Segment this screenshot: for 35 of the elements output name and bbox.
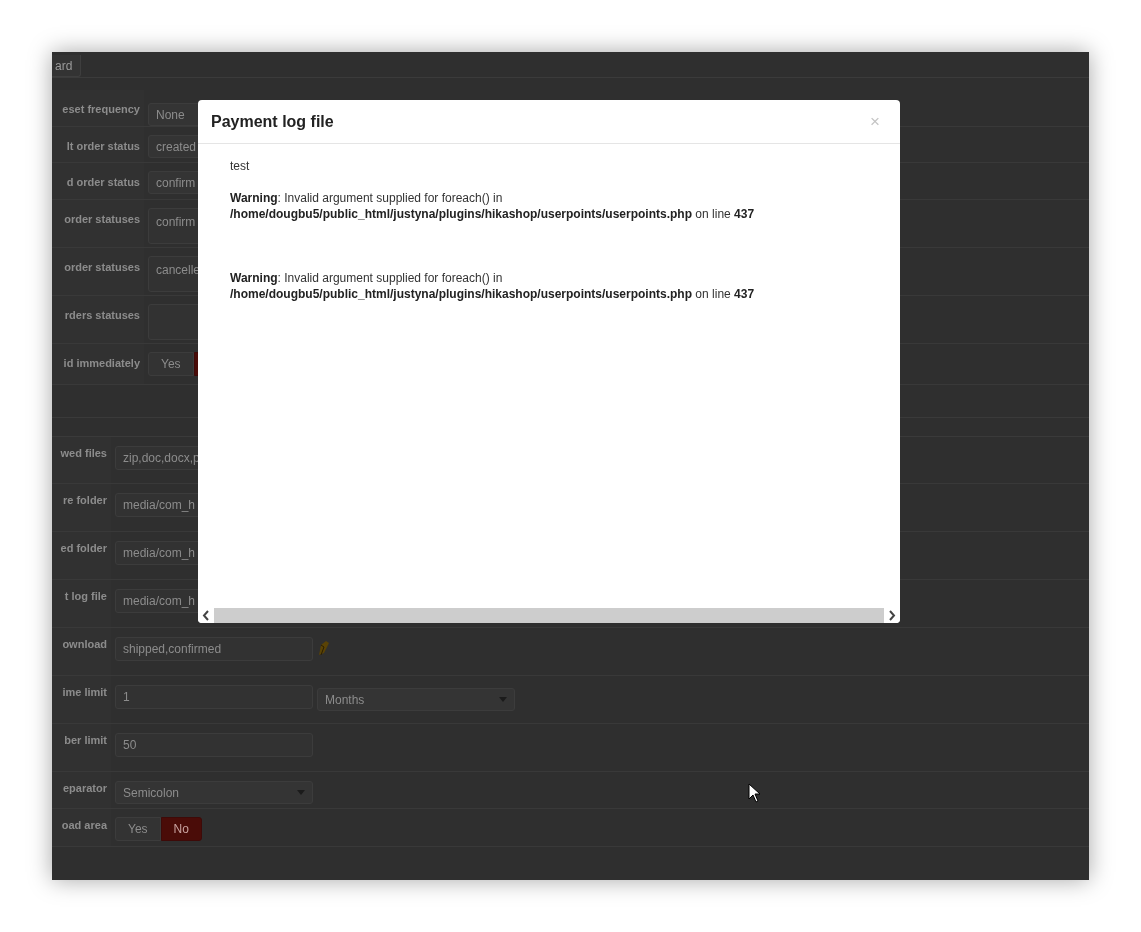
field-label: rders statuses (64, 309, 140, 323)
field-label: re folder (63, 494, 107, 508)
toggle-option[interactable]: Yes (115, 817, 161, 841)
field-label: oad area (61, 819, 107, 833)
log-line: test (230, 158, 251, 174)
horizontal-scrollbar[interactable] (214, 607, 884, 623)
caret-icon (499, 697, 507, 702)
toggle-option[interactable]: Yes (148, 352, 194, 376)
text-field[interactable]: 50 (115, 733, 313, 757)
toolbar-button[interactable]: ard (52, 55, 82, 77)
caret-icon (297, 790, 305, 795)
field-label: ber limit (64, 734, 107, 748)
text-field[interactable]: 1 (115, 685, 313, 709)
field-label: eset frequency (62, 103, 140, 117)
dialog-title: Payment log file (211, 112, 334, 131)
log-line: Warning: Invalid argument supplied for foreach() in (230, 270, 504, 286)
field-label: wed files (60, 447, 107, 461)
field-label: order statuses (64, 213, 140, 227)
field-label: t log file (64, 590, 107, 604)
mouse-pointer-icon (748, 783, 761, 803)
log-line: Warning: Invalid argument supplied for foreach() in (230, 190, 504, 206)
field-label: ownload (62, 638, 107, 652)
select-field[interactable]: Semicolon (115, 781, 313, 804)
field-label: eparator (62, 782, 107, 796)
field-label: id immediately (63, 357, 140, 371)
field-label: d order status (66, 176, 140, 190)
field-label: ime limit (62, 686, 107, 700)
log-line: /home/dougbu5/public_html/justyna/plugins/hikashop/userpoints/userpoints.php on line 437 (230, 286, 756, 302)
log-line: /home/dougbu5/public_html/justyna/plugins/hikashop/userpoints/userpoints.php on line 437 (230, 206, 756, 222)
toggle-option[interactable]: No (160, 817, 202, 841)
text-field[interactable]: shipped,confirmed (115, 637, 313, 661)
select-field[interactable]: Months (317, 688, 515, 711)
field-label: order statuses (64, 261, 140, 275)
field-label: ed folder (60, 542, 107, 556)
field-label: lt order status (66, 140, 140, 154)
